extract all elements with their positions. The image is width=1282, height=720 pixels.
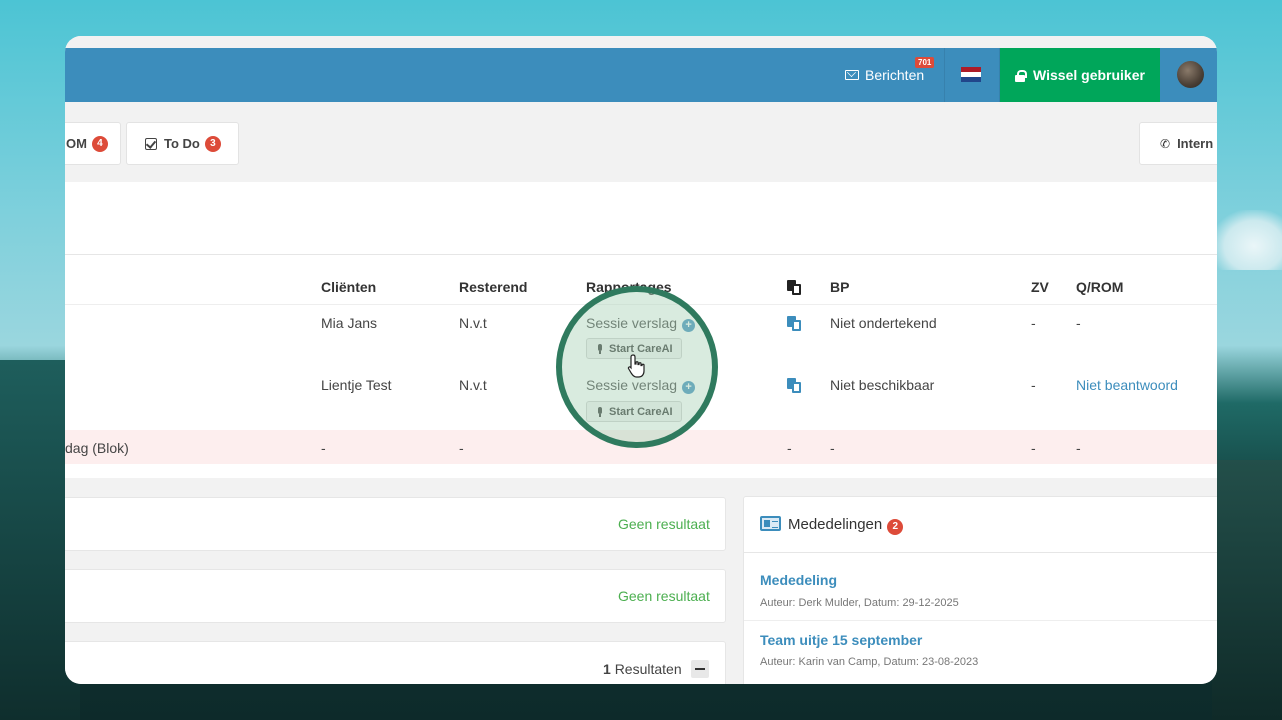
- no-result-text-1: Geen resultaat: [618, 516, 710, 532]
- row3-doc: -: [787, 440, 792, 456]
- row3-qrom: -: [1076, 440, 1081, 456]
- announcements-header: Mededelingen 2: [744, 497, 1217, 553]
- id-card-icon: [760, 516, 781, 531]
- tab-rom-label: OM: [66, 136, 87, 151]
- col-header-clients: Cliënten: [321, 279, 377, 295]
- announcement-title-link[interactable]: Team uitje 15 september: [760, 632, 922, 648]
- switch-user-label: Wissel gebruiker: [1033, 67, 1145, 83]
- collapse-button[interactable]: [691, 660, 709, 678]
- top-navbar: Berichten 701 Wissel gebruiker: [65, 48, 1217, 102]
- row3-client: -: [321, 440, 326, 456]
- tab-intern-label: Intern: [1177, 136, 1214, 151]
- tab-rom-count-badge: 4: [91, 135, 108, 152]
- row3-title: dag (Blok): [65, 440, 129, 456]
- documents-icon[interactable]: [787, 316, 801, 331]
- documents-icon: [787, 280, 801, 295]
- tab-todo[interactable]: To Do 3: [126, 122, 239, 165]
- envelope-icon: [845, 70, 859, 80]
- documents-icon[interactable]: [787, 378, 801, 393]
- row2-bp: Niet beschikbaar: [830, 377, 935, 393]
- top-strip: [65, 36, 1217, 48]
- pointer-hand-icon: [627, 354, 645, 378]
- app-window: Berichten 701 Wissel gebruiker OM 4 To D…: [65, 36, 1217, 684]
- row2-client: Lientje Test: [321, 377, 392, 393]
- announcement-title-link[interactable]: Mededeling: [760, 572, 837, 588]
- dutch-flag-icon[interactable]: [961, 67, 981, 82]
- messages-count-badge: 701: [915, 57, 935, 68]
- no-result-text-2: Geen resultaat: [618, 588, 710, 604]
- col-header-zv: ZV: [1031, 279, 1049, 295]
- announcements-title-text: Mededelingen: [788, 516, 883, 533]
- row1-zv: -: [1031, 315, 1036, 331]
- announcements-title: Mededelingen 2: [788, 516, 904, 535]
- announcement-separator: [744, 620, 1217, 621]
- tab-todo-label: To Do: [164, 136, 200, 151]
- phone-icon: ✆: [1160, 136, 1171, 151]
- row1-bp: Niet ondertekend: [830, 315, 937, 331]
- col-header-bp: BP: [830, 279, 850, 295]
- messages-label: Berichten: [865, 67, 925, 83]
- results-count: 1 Resultaten: [603, 661, 682, 677]
- row1-remaining: N.v.t: [459, 315, 487, 331]
- background-hill-right: [1212, 460, 1282, 720]
- panel-header-divider: [65, 254, 1217, 255]
- row3-bp: -: [830, 440, 835, 456]
- announcements-card: Mededelingen 2 Mededeling Auteur: Derk Mu…: [743, 496, 1217, 684]
- background-cloud: [1212, 210, 1282, 270]
- announcements-count-badge: 2: [887, 519, 904, 535]
- tab-rom[interactable]: OM 4: [65, 122, 121, 165]
- row1-qrom: -: [1076, 315, 1081, 331]
- user-secret-icon: [1015, 69, 1028, 82]
- col-header-qrom: Q/ROM: [1076, 279, 1124, 295]
- results-label: Resultaten: [614, 661, 682, 677]
- announcement-meta: Auteur: Karin van Camp, Datum: 23-08-202…: [760, 656, 979, 668]
- row2-remaining: N.v.t: [459, 377, 487, 393]
- tab-todo-count-badge: 3: [204, 135, 221, 152]
- results-number: 1: [603, 661, 611, 677]
- row2-zv: -: [1031, 377, 1036, 393]
- row3-zv: -: [1031, 440, 1036, 456]
- announcement-meta: Auteur: Derk Mulder, Datum: 29-12-2025: [760, 597, 959, 609]
- col-header-remaining: Resterend: [459, 279, 528, 295]
- avatar[interactable]: [1177, 61, 1204, 88]
- row1-client: Mia Jans: [321, 315, 378, 331]
- check-square-icon: [145, 137, 157, 150]
- switch-user-button[interactable]: Wissel gebruiker: [1000, 48, 1160, 102]
- row2-qrom-link[interactable]: Niet beantwoord: [1076, 377, 1178, 393]
- row3-remaining: -: [459, 440, 464, 456]
- tab-intern[interactable]: ✆ Intern: [1139, 122, 1217, 165]
